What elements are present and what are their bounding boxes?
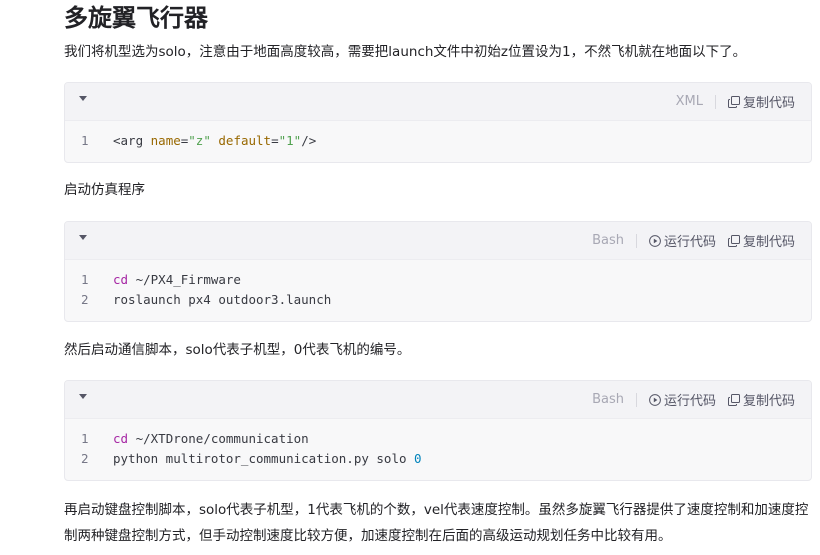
code-token: cd [113,431,129,446]
code-block-xml: XML 复制代码 1 <arg name="z" default="1"/> [64,82,812,163]
code-token: ~/XTDrone/communication [128,431,309,446]
code-token: arg [120,133,144,148]
code-text: cd ~/XTDrone/communication [113,429,309,449]
code-language-label: Bash [592,392,624,407]
code-body: 1 cd ~/XTDrone/communication 2 python multi… [65,419,811,480]
copy-icon [727,393,740,406]
code-line: 1 cd ~/PX4_Firmware [65,270,811,290]
code-text: <arg name="z" default="1"/> [113,131,316,151]
code-token: python multirotor_communication.py solo [113,451,415,466]
code-token: default [218,133,272,148]
copy-code-button[interactable]: 复制代码 [727,92,795,111]
line-number: 1 [81,133,89,148]
toolbar-divider [635,392,637,407]
code-body: 1 <arg name="z" default="1"/> [65,121,811,162]
code-language-label: Bash [592,233,624,248]
line-number: 1 [81,272,89,287]
code-token: name [150,133,181,148]
code-block-bash-sim: Bash 运行代码 复制代码 1 cd ~/PX4_Firmware 2 roslau… [64,221,812,322]
code-token: = [271,133,279,148]
line-number: 2 [81,451,89,466]
caret-down-icon[interactable] [79,96,87,101]
start-sim-paragraph: 启动仿真程序 [64,182,145,198]
line-number: 1 [81,431,89,446]
keyboard-paragraph: 再启动键盘控制脚本，solo代表子机型，1代表飞机的个数，vel代表速度控制。虽… [64,502,809,544]
comm-paragraph: 然后启动通信脚本，solo代表子机型，0代表飞机的编号。 [64,342,411,358]
copy-code-button[interactable]: 复制代码 [727,231,795,250]
run-code-label: 运行代码 [663,235,716,250]
run-code-label: 运行代码 [663,394,716,409]
copy-icon [727,95,740,108]
code-token: "z" [188,133,211,148]
code-line: 2 roslaunch px4 outdoor3.launch [65,290,811,310]
code-token: "1" [278,133,302,148]
code-toolbar: XML 复制代码 [65,83,811,121]
code-toolbar: Bash 运行代码 复制代码 [65,381,811,419]
code-block-bash-comm: Bash 运行代码 复制代码 1 cd ~/XTDrone/communicati… [64,380,812,481]
code-token: cd [113,272,129,287]
code-text: cd ~/PX4_Firmware [113,270,241,290]
copy-code-button[interactable]: 复制代码 [727,390,795,409]
line-number: 2 [81,292,89,307]
run-code-button[interactable]: 运行代码 [649,231,716,250]
copy-code-label: 复制代码 [742,394,795,409]
run-code-button[interactable]: 运行代码 [649,390,716,409]
code-text: roslaunch px4 outdoor3.launch [113,290,331,310]
code-line: 2 python multirotor_communication.py solo… [65,449,811,469]
copy-icon [727,234,740,247]
section-heading: 多旋翼飞行器 [64,4,208,32]
caret-down-icon[interactable] [79,235,87,240]
play-circle-icon [649,393,661,406]
code-body: 1 cd ~/PX4_Firmware 2 roslaunch px4 outdoor… [65,260,811,321]
intro-paragraph: 我们将机型选为solo，注意由于地面高度较高，需要把launch文件中初始z位置… [64,44,747,60]
code-line: 1 cd ~/XTDrone/communication [65,429,811,449]
code-language-label: XML [675,94,703,109]
code-text: python multirotor_communication.py solo … [113,449,422,469]
toolbar-divider [635,233,637,248]
play-circle-icon [649,234,661,247]
code-line: 1 <arg name="z" default="1"/> [65,131,811,151]
toolbar-divider [714,94,716,109]
copy-code-label: 复制代码 [742,235,795,250]
code-toolbar: Bash 运行代码 复制代码 [65,222,811,260]
code-token: ~/PX4_Firmware [128,272,241,287]
copy-code-label: 复制代码 [742,96,795,111]
code-token: roslaunch px4 outdoor3.launch [113,292,332,307]
code-token: < [113,133,121,148]
code-token: /> [301,133,317,148]
caret-down-icon[interactable] [79,394,87,399]
code-token: 0 [414,451,422,466]
